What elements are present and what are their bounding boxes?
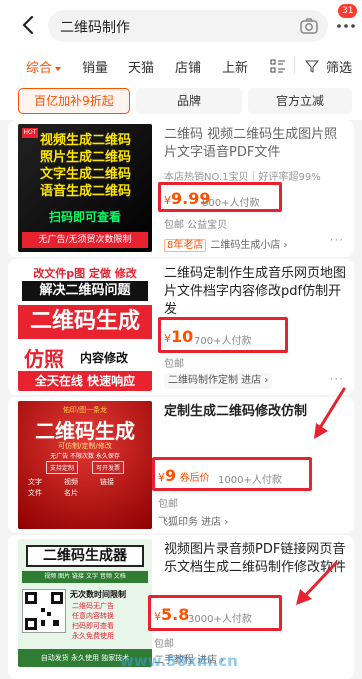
product-image[interactable]: 二维码生成器 视频 图片 链接 文字 音频 文档 无次数时间限制 二维码无广告 … (18, 539, 152, 667)
thumb-text: 全天在线 快速响应 (18, 371, 152, 391)
product-subtitle: 本店热销NO.1宝贝｜好评率超99% (164, 172, 321, 183)
shop-age-badge: 8年老店 (164, 239, 207, 252)
thumb-text: 永久免费使用 (72, 632, 114, 640)
thumb-text: 解决二维码问题 (22, 281, 148, 301)
top-bar: 二维码制作 31 (0, 0, 362, 48)
thumb-text: 无广告/无须贸次数限制 (22, 232, 148, 248)
thumb-text: 语音生成二维码 (40, 184, 132, 199)
filter-chips: 百亿加补9折起 品牌 官方立减 (0, 82, 362, 120)
product-price: ¥10 (164, 327, 194, 346)
thumb-text: 二维码生成器 (26, 545, 144, 567)
dropdown-arrow-icon (55, 66, 62, 71)
paid-count: 700+人付款 (194, 336, 252, 347)
product-title[interactable]: 二维码定制作生成音乐网页地图片文件档字内容修改pdf仿制开发 (164, 265, 346, 319)
hot-tag: HOT (22, 128, 38, 138)
thumb-text: 仿照 (24, 347, 64, 371)
back-arrow-icon[interactable] (18, 14, 40, 36)
shipping-info: 包邮 (164, 359, 184, 370)
thumb-text: 二维码生成 (35, 419, 135, 443)
shipping-info: 包邮 (154, 639, 174, 650)
sort-tabs: 综合 销量 天猫 店铺 上新 筛选 (0, 48, 362, 82)
thumb-text: 文字生成二维码 (40, 167, 132, 182)
thumb-text: 可开发票 (92, 461, 125, 474)
camera-icon[interactable] (298, 15, 320, 37)
thumb-text: 内容修改 (80, 351, 129, 365)
product-image[interactable]: HOT 视频生成二维码 照片生成二维码 文字生成二维码 语音生成二维码 扫码即可… (18, 124, 152, 252)
thumb-text: 改文件p图 定做 修改 (33, 267, 137, 280)
thumb-text: 视频 (64, 478, 78, 486)
shop-link[interactable]: 二维码制作定制 进店 › (164, 373, 273, 389)
thumb-text: 视频生成二维码 (40, 133, 132, 148)
chip-discount[interactable]: 百亿加补9折起 (18, 88, 130, 114)
product-card[interactable]: HOT 视频生成二维码 照片生成二维码 文字生成二维码 语音生成二维码 扫码即可… (8, 120, 354, 257)
chip-official-discount[interactable]: 官方立减 (248, 88, 352, 114)
tab-stores[interactable]: 店铺 (175, 57, 201, 76)
thumb-text: 支持定制 (46, 461, 79, 474)
tab-sales[interactable]: 销量 (82, 57, 108, 76)
messages-button[interactable]: 31 (334, 4, 358, 40)
chip-brand[interactable]: 品牌 (136, 88, 242, 114)
thumb-text: 可仿制/定制/修改 (58, 442, 112, 450)
thumb-text: 无广告 不限次数 永久保存 (50, 453, 120, 460)
thumb-text: 无次数时间限制 (70, 590, 126, 599)
thumb-text: 照片生成二维码 (40, 150, 132, 165)
shop-link[interactable]: 8年老店 二维码生成小店 › (164, 236, 288, 252)
search-bar[interactable]: 二维码制作 (48, 10, 328, 42)
shipping-info: 包邮 公益宝贝 (164, 220, 228, 231)
tab-filter[interactable]: 筛选 (326, 57, 352, 76)
paid-count: 3000+人付款 (188, 614, 252, 625)
tab-comprehensive[interactable]: 综合 (26, 57, 62, 76)
product-price: ¥5.8 (154, 605, 190, 624)
thumb-text: 任意内容转换 (72, 612, 114, 620)
thumb-text: 二维码无广告 (72, 602, 114, 610)
watermark: www.58xm.cn (120, 652, 238, 670)
search-query[interactable]: 二维码制作 (60, 17, 130, 37)
thumb-text: 视频 图片 链接 文字 音频 文档 (22, 571, 148, 583)
layout-toggle-icon[interactable] (270, 58, 286, 74)
shop-link[interactable]: 飞狐印务 进店 › (158, 513, 228, 528)
product-card[interactable]: 改文件p图 定做 修改 解决二维码问题 二维码生成 仿照 内容修改 全天在线 快… (8, 259, 354, 395)
tab-label: 综合 (26, 61, 53, 76)
thumb-text: 名片 (64, 489, 78, 497)
product-title[interactable]: 二维码 视频二维码生成图片照片文字语音PDF文件 (164, 126, 346, 162)
thumb-text: 二维码生成 (18, 305, 152, 339)
qr-code-image (22, 589, 66, 633)
tab-new[interactable]: 上新 (222, 57, 248, 76)
more-options-icon[interactable]: ··· (330, 372, 344, 386)
thumb-text: 扫码即可查看 (48, 210, 121, 224)
thumb-text: 佑印/图一条龙 (62, 406, 108, 414)
thumb-text: 文件 (28, 489, 42, 497)
product-price: ¥9 券后价 (158, 466, 210, 485)
annotation-arrow (296, 561, 338, 605)
paid-count: 1000+人付款 (218, 475, 282, 486)
product-card[interactable]: 佑印/图一条龙 二维码生成 可仿制/定制/修改 无广告 不限次数 永久保存 支持… (8, 387, 354, 533)
divider (294, 56, 295, 74)
product-image[interactable]: 改文件p图 定做 修改 解决二维码问题 二维码生成 仿照 内容修改 全天在线 快… (18, 263, 152, 391)
thumb-text: 文字 (28, 478, 42, 486)
paid-count: 800+人付款 (202, 198, 260, 209)
shop-name: 二维码生成小店 › (210, 240, 288, 251)
product-image[interactable]: 佑印/图一条龙 二维码生成 可仿制/定制/修改 无广告 不限次数 永久保存 支持… (18, 401, 152, 529)
thumb-text: 扫码即可查看 (72, 622, 114, 630)
shipping-info: 包邮 (158, 499, 178, 510)
message-count-badge: 31 (338, 4, 358, 18)
annotation-arrow (314, 387, 346, 439)
thumb-text: 链接 (100, 478, 114, 486)
more-options-icon[interactable]: ··· (330, 233, 344, 247)
filter-icon[interactable] (305, 59, 319, 73)
tab-tmall[interactable]: 天猫 (128, 57, 154, 76)
